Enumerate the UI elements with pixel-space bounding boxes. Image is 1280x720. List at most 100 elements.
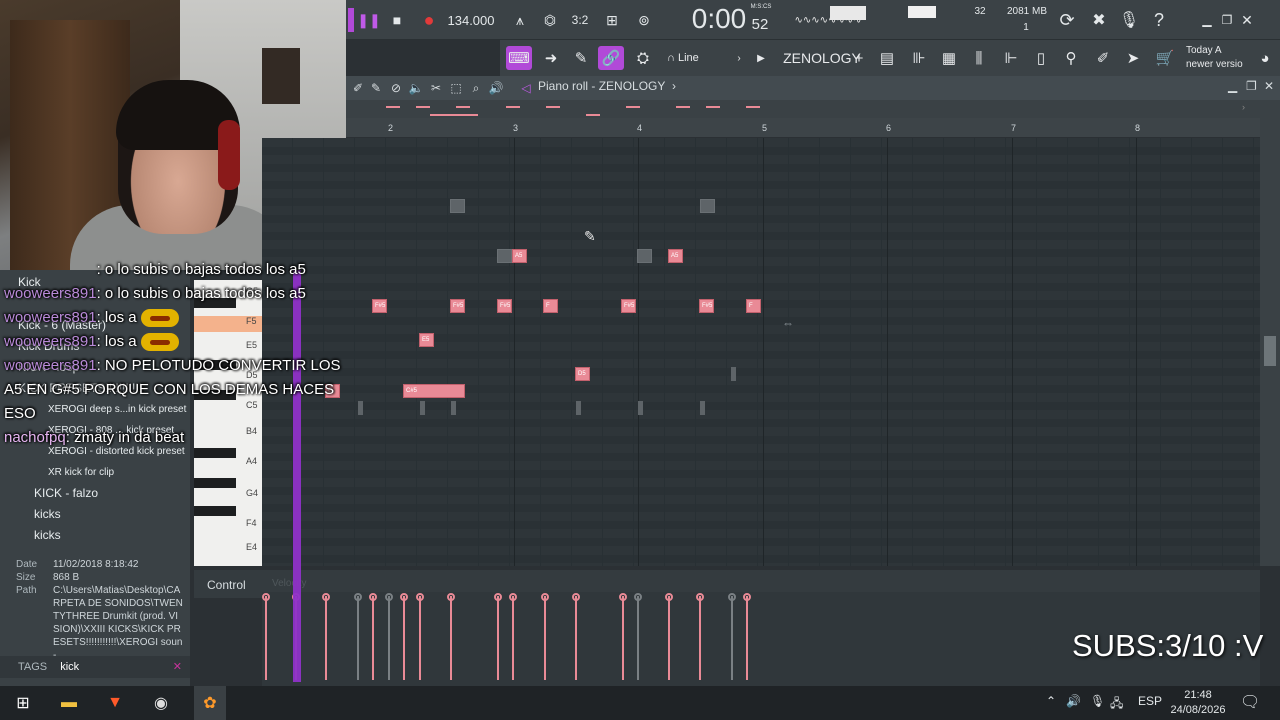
stop-icon[interactable]: ■ xyxy=(386,8,408,32)
playback-tool-icon[interactable]: 🔊 xyxy=(488,80,504,96)
control-label[interactable]: Control xyxy=(207,578,246,592)
note[interactable]: A5 xyxy=(668,249,683,263)
browser-item[interactable]: KICK - falzo xyxy=(0,483,190,504)
countdown-icon[interactable]: 3:2 xyxy=(568,8,592,32)
velocity-bar[interactable] xyxy=(416,593,424,680)
patterns-icon[interactable]: ▦ xyxy=(936,46,962,70)
minimize-icon[interactable]: ▁ xyxy=(1198,8,1216,32)
velocity-bar[interactable] xyxy=(385,593,393,680)
obs-icon[interactable]: ◉ xyxy=(150,692,172,714)
tags-clear-icon[interactable]: ✕ xyxy=(173,656,182,678)
arrow-icon[interactable]: ➤ xyxy=(1120,46,1146,70)
playlist-icon[interactable]: ▤ xyxy=(874,46,900,70)
velocity-bar[interactable] xyxy=(619,593,627,680)
tools-icon[interactable]: ✖ xyxy=(1088,8,1110,32)
help-icon[interactable]: ? xyxy=(1148,8,1170,32)
pr-minimize-icon[interactable]: ▁ xyxy=(1228,79,1237,93)
scrollbar-thumb[interactable] xyxy=(1264,336,1276,366)
fl-studio-taskbar-icon[interactable]: ✿ xyxy=(194,686,226,720)
pause-icon[interactable]: ❚❚ xyxy=(357,8,380,32)
tempo-display[interactable]: 134.000 xyxy=(446,8,496,32)
note[interactable]: F#5 xyxy=(621,299,636,313)
paint-tool-icon[interactable]: ✎ xyxy=(368,80,384,96)
mixer-icon[interactable]: ⫼ xyxy=(966,46,992,70)
pr-restore-icon[interactable]: ❐ xyxy=(1246,79,1257,93)
note[interactable]: A5 xyxy=(512,249,527,263)
tray-chevron-icon[interactable]: ⌃ xyxy=(1046,694,1056,708)
overview-scroll-icon[interactable]: › xyxy=(1242,102,1256,116)
velocity-bar[interactable] xyxy=(572,593,580,680)
refresh-icon[interactable]: ⟳ xyxy=(1056,8,1078,32)
zoom-tool-icon[interactable]: ⌕ xyxy=(468,80,484,96)
stamp-icon[interactable]: ⛭ xyxy=(630,46,656,70)
browser-item[interactable]: XR kick for clip xyxy=(0,462,190,483)
note[interactable]: D5 xyxy=(575,367,590,381)
loop-record-icon[interactable]: ⊚ xyxy=(632,8,656,32)
fl-logo-icon[interactable]: ◕ xyxy=(1252,46,1278,70)
velocity-bar[interactable] xyxy=(400,593,408,680)
tempo-tapper-icon[interactable]: ✐ xyxy=(1090,46,1116,70)
news-line-2[interactable]: newer versio xyxy=(1186,58,1250,70)
restore-icon[interactable]: ❐ xyxy=(1218,8,1236,32)
record-icon[interactable]: ● xyxy=(418,8,440,32)
file-explorer-icon[interactable]: ▬ xyxy=(58,692,80,714)
browser-item[interactable]: kicks xyxy=(0,504,190,525)
vertical-scrollbar[interactable] xyxy=(1260,100,1280,566)
wait-record-icon[interactable]: ⏣ xyxy=(538,8,562,32)
browser-item[interactable]: kicks xyxy=(0,525,190,546)
piano-roll-icon[interactable]: ⌨ xyxy=(506,46,532,70)
windows-start-icon[interactable]: ⊞ xyxy=(12,692,34,714)
velocity-bar[interactable] xyxy=(541,593,549,680)
velocity-bar[interactable] xyxy=(743,593,751,680)
play-pattern-icon[interactable]: ▶ xyxy=(748,46,774,70)
velocity-bar[interactable] xyxy=(696,593,704,680)
browser-tree-icon[interactable]: ⊩ xyxy=(998,46,1024,70)
cart-icon[interactable]: 🛒 xyxy=(1152,46,1178,70)
select-tool-icon[interactable]: ⬚ xyxy=(448,80,464,96)
pr-close-icon[interactable]: ✕ xyxy=(1264,79,1274,93)
channel-rack-icon[interactable]: ⊪ xyxy=(906,46,932,70)
piano-roll-overview[interactable]: › xyxy=(346,100,1260,118)
note[interactable]: F#5 xyxy=(372,299,387,313)
arrow-right-icon[interactable]: ➜ xyxy=(538,46,564,70)
mic-tray-icon[interactable]: 🎙 xyxy=(1090,694,1105,708)
velocity-bar[interactable] xyxy=(322,593,330,680)
velocity-bar[interactable] xyxy=(728,593,736,680)
velocity-bar[interactable] xyxy=(634,593,642,680)
velocity-bar[interactable] xyxy=(369,593,377,680)
note[interactable]: E5 xyxy=(419,333,434,347)
velocity-bar[interactable] xyxy=(509,593,517,680)
microphone-icon[interactable]: 🎙 xyxy=(1118,8,1140,32)
step-edit-icon[interactable]: ⊞ xyxy=(600,8,624,32)
velocity-bar[interactable] xyxy=(447,593,455,680)
tags-value[interactable]: kick xyxy=(60,661,79,673)
volume-icon[interactable]: 🔊 xyxy=(1066,694,1081,708)
note[interactable]: F xyxy=(543,299,558,313)
velocity-bar[interactable] xyxy=(262,593,270,680)
link-icon[interactable]: 🔗 xyxy=(598,46,624,70)
velocity-bar[interactable] xyxy=(354,593,362,680)
brush-icon[interactable]: ✎ xyxy=(568,46,594,70)
news-line-1[interactable]: Today A xyxy=(1186,44,1250,56)
language-indicator[interactable]: ESP xyxy=(1138,694,1162,708)
note[interactable]: F xyxy=(746,299,761,313)
plugin-icon[interactable]: ⚲ xyxy=(1058,46,1084,70)
mute-tool-icon[interactable]: 🔈 xyxy=(408,80,424,96)
slice-tool-icon[interactable]: ✂ xyxy=(428,80,444,96)
network-icon[interactable]: 🖧 xyxy=(1110,694,1123,715)
note[interactable]: F#5 xyxy=(450,299,465,313)
delete-tool-icon[interactable]: ⊘ xyxy=(388,80,404,96)
notifications-icon[interactable]: 🗨 xyxy=(1240,692,1260,712)
title-arrow-icon[interactable]: › xyxy=(672,79,676,93)
piano-roll-grid[interactable] xyxy=(262,138,1260,566)
metronome-icon[interactable]: ⩚ xyxy=(508,8,532,32)
close-icon[interactable]: ✕ xyxy=(1238,8,1256,32)
note[interactable]: F#5 xyxy=(699,299,714,313)
piano-roll-ruler[interactable]: 2 3 4 5 6 7 8 xyxy=(346,118,1260,138)
document-icon[interactable]: ▯ xyxy=(1028,46,1054,70)
song-time-display[interactable]: 0:00 xyxy=(688,3,750,34)
velocity-bar[interactable] xyxy=(494,593,502,680)
plugin-link-icon[interactable]: ◁ xyxy=(518,80,534,96)
note[interactable]: F#5 xyxy=(497,299,512,313)
draw-tool-icon[interactable]: ✐ xyxy=(350,80,366,96)
